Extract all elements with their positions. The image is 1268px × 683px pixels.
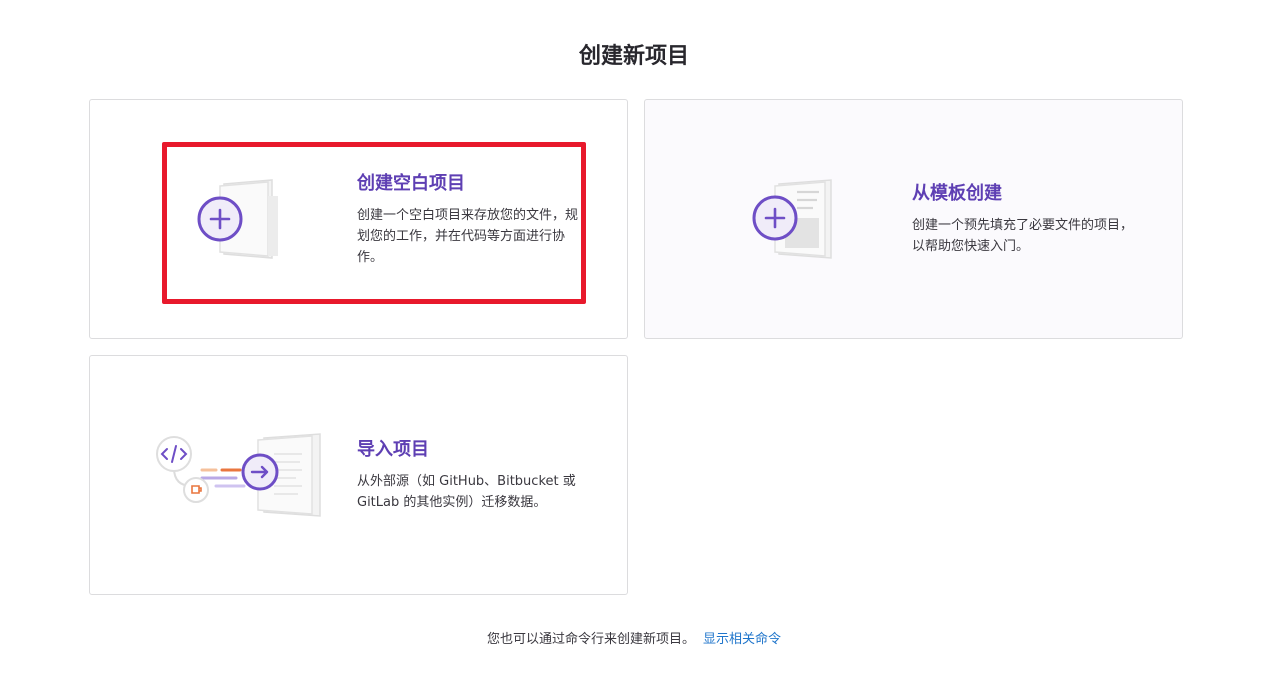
card-title: 从模板创建 <box>912 183 1002 204</box>
import-project-card[interactable]: 导入项目 从外部源（如 GitHub、Bitbucket 或 GitLab 的其… <box>89 355 628 595</box>
footer: 您也可以通过命令行来创建新项目。 显示相关命令 <box>0 628 1268 647</box>
create-blank-project-card[interactable]: 创建空白项目 创建一个空白项目来存放您的文件，规划您的工作，并在代码等方面进行协… <box>89 99 628 339</box>
template-document-icon <box>752 179 832 259</box>
card-title: 创建空白项目 <box>357 173 465 194</box>
card-description: 创建一个预先填充了必要文件的项目，以帮助您快速入门。 <box>912 218 1134 254</box>
card-description: 从外部源（如 GitHub、Bitbucket 或 GitLab 的其他实例）迁… <box>357 474 576 510</box>
plus-document-icon <box>197 179 278 259</box>
show-commands-link[interactable]: 显示相关命令 <box>703 632 781 647</box>
import-arrow-icon <box>156 433 321 517</box>
page-title: 创建新项目 <box>578 44 689 69</box>
card-title: 导入项目 <box>357 439 429 460</box>
create-from-template-card[interactable]: 从模板创建 创建一个预先填充了必要文件的项目，以帮助您快速入门。 <box>644 99 1183 339</box>
footer-text: 您也可以通过命令行来创建新项目。 <box>486 632 695 647</box>
page: 创建新项目 创建空白项目 创建一个空白项目来存放您的文件，规划您的工作，并在代码… <box>0 0 1268 683</box>
card-description: 创建一个空白项目来存放您的文件，规划您的工作，并在代码等方面进行协作。 <box>357 208 579 265</box>
